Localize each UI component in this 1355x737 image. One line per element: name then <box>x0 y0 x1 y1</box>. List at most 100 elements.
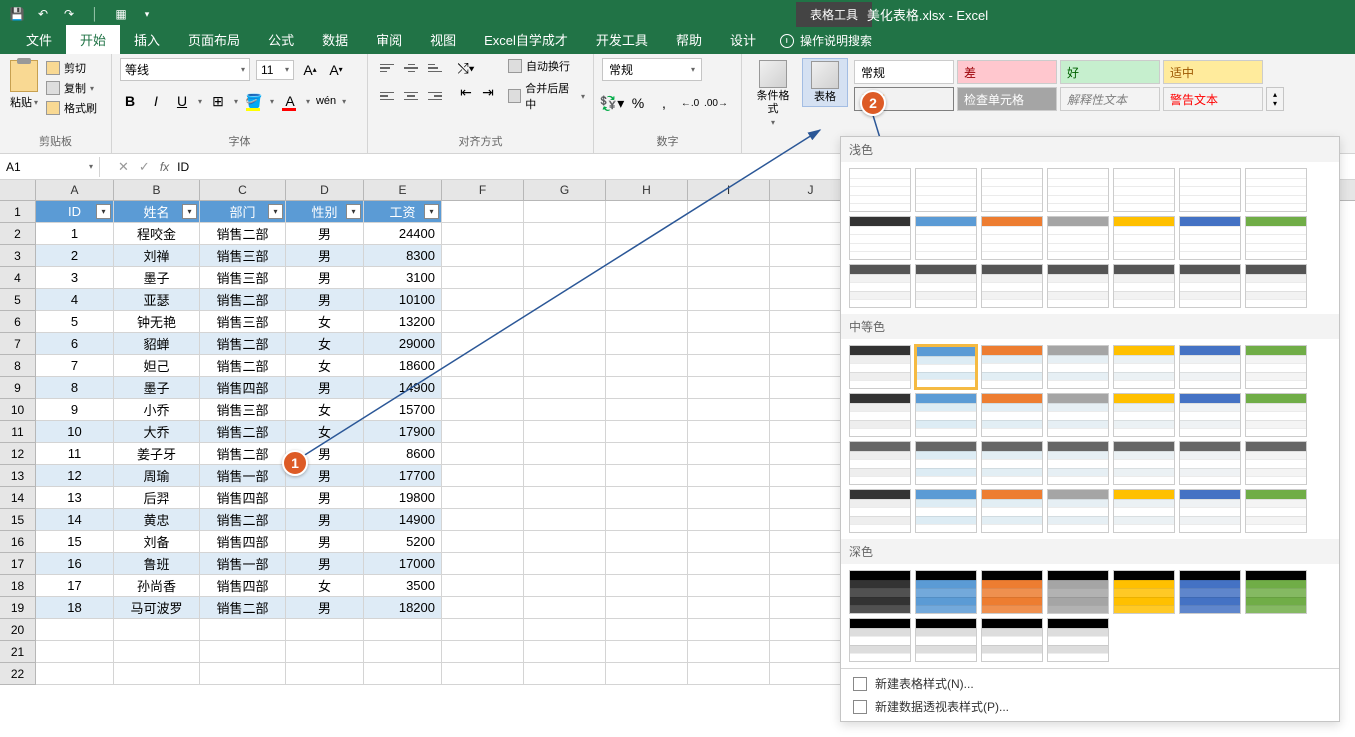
cell[interactable]: 销售一部 <box>200 553 286 575</box>
cell[interactable]: 9 <box>36 399 114 421</box>
cell[interactable]: 6 <box>36 333 114 355</box>
tab-formulas[interactable]: 公式 <box>254 25 308 54</box>
enter-formula-icon[interactable]: ✓ <box>139 159 150 175</box>
cell[interactable]: 貂蝉 <box>114 333 200 355</box>
cell[interactable]: 14900 <box>364 377 442 399</box>
table-style-option[interactable] <box>1179 216 1241 260</box>
undo-icon[interactable]: ↶ <box>34 5 52 23</box>
cell[interactable] <box>524 267 606 289</box>
cell[interactable] <box>688 597 770 619</box>
cell[interactable]: 男 <box>286 487 364 509</box>
cell[interactable]: 钟无艳 <box>114 311 200 333</box>
tell-me-search[interactable]: 操作说明搜索 <box>770 27 882 54</box>
table-style-option[interactable] <box>1245 345 1307 389</box>
table-style-option[interactable] <box>915 216 977 260</box>
cell[interactable]: 17700 <box>364 465 442 487</box>
cell[interactable]: 销售三部 <box>200 311 286 333</box>
cell[interactable] <box>524 201 606 223</box>
table-style-option[interactable] <box>1113 441 1175 485</box>
style-check[interactable]: 检查单元格 <box>957 87 1057 111</box>
cell[interactable] <box>286 641 364 663</box>
table-style-option[interactable] <box>1047 441 1109 485</box>
tab-selfstudy[interactable]: Excel自学成才 <box>470 25 582 54</box>
table-style-option[interactable] <box>1047 345 1109 389</box>
cell[interactable] <box>606 663 688 685</box>
cell[interactable]: 销售二部 <box>200 333 286 355</box>
cell[interactable] <box>442 641 524 663</box>
cell[interactable] <box>606 245 688 267</box>
table-header-cell[interactable]: 部门▾ <box>200 201 286 223</box>
cell[interactable]: 8600 <box>364 443 442 465</box>
cell[interactable]: 男 <box>286 289 364 311</box>
increase-decimal-button[interactable]: ←.0 <box>680 93 700 113</box>
cell[interactable]: 销售四部 <box>200 575 286 597</box>
redo-icon[interactable]: ↷ <box>60 5 78 23</box>
cell[interactable] <box>688 509 770 531</box>
table-style-option[interactable] <box>849 216 911 260</box>
italic-button[interactable]: I <box>146 91 166 111</box>
cell[interactable] <box>442 531 524 553</box>
cell[interactable]: 3 <box>36 267 114 289</box>
cell[interactable]: 17000 <box>364 553 442 575</box>
number-format-select[interactable]: 常规▾ <box>602 58 702 81</box>
table-style-option[interactable] <box>1113 345 1175 389</box>
table-style-option[interactable] <box>915 264 977 308</box>
cell[interactable]: 男 <box>286 377 364 399</box>
cell[interactable] <box>688 311 770 333</box>
filter-dropdown-icon[interactable]: ▾ <box>96 204 111 219</box>
cell[interactable] <box>524 531 606 553</box>
row-header[interactable]: 21 <box>0 641 36 663</box>
col-header-c[interactable]: C <box>200 180 286 200</box>
cell[interactable]: 销售二部 <box>200 509 286 531</box>
col-header-g[interactable]: G <box>524 180 606 200</box>
row-header[interactable]: 8 <box>0 355 36 377</box>
cell[interactable] <box>606 531 688 553</box>
cell[interactable] <box>114 663 200 685</box>
table-style-option[interactable] <box>1113 393 1175 437</box>
row-header[interactable]: 15 <box>0 509 36 531</box>
tab-review[interactable]: 审阅 <box>362 25 416 54</box>
save-icon[interactable]: 💾 <box>8 5 26 23</box>
cell[interactable] <box>688 443 770 465</box>
cell[interactable]: 1 <box>36 223 114 245</box>
cell[interactable]: 男 <box>286 223 364 245</box>
cell[interactable] <box>606 311 688 333</box>
table-style-option[interactable] <box>1047 264 1109 308</box>
cell[interactable] <box>688 531 770 553</box>
table-style-option[interactable] <box>915 618 977 662</box>
cell[interactable]: 男 <box>286 267 364 289</box>
cell[interactable] <box>364 641 442 663</box>
new-pivot-style-button[interactable]: 新建数据透视表样式(P)... <box>853 698 1327 715</box>
cell[interactable]: 女 <box>286 311 364 333</box>
align-right-button[interactable] <box>424 86 446 106</box>
cell[interactable]: 女 <box>286 355 364 377</box>
style-explain[interactable]: 解释性文本 <box>1060 87 1160 111</box>
table-header-cell[interactable]: ID▾ <box>36 201 114 223</box>
table-style-option[interactable] <box>1179 393 1241 437</box>
cell[interactable] <box>524 641 606 663</box>
style-neutral[interactable]: 适中 <box>1163 60 1263 84</box>
table-style-option[interactable] <box>849 393 911 437</box>
cell[interactable] <box>442 223 524 245</box>
cell[interactable] <box>606 443 688 465</box>
style-normal[interactable]: 常规 <box>854 60 954 84</box>
cell[interactable] <box>524 245 606 267</box>
row-header[interactable]: 18 <box>0 575 36 597</box>
cell[interactable] <box>606 597 688 619</box>
table-style-option[interactable] <box>1047 489 1109 533</box>
table-style-option[interactable] <box>849 345 911 389</box>
table-style-option[interactable] <box>1113 168 1175 212</box>
qat-customize-icon[interactable]: ▾ <box>138 5 156 23</box>
cell[interactable] <box>688 201 770 223</box>
cell[interactable] <box>524 333 606 355</box>
cell[interactable] <box>688 245 770 267</box>
table-style-option[interactable] <box>1245 393 1307 437</box>
table-header-cell[interactable]: 姓名▾ <box>114 201 200 223</box>
cell[interactable] <box>606 487 688 509</box>
cell[interactable]: 7 <box>36 355 114 377</box>
align-bottom-button[interactable] <box>424 58 446 78</box>
filter-dropdown-icon[interactable]: ▾ <box>268 204 283 219</box>
paste-button[interactable]: 粘贴▾ <box>8 58 40 112</box>
decrease-font-button[interactable]: A▾ <box>326 60 346 80</box>
cell[interactable]: 周瑜 <box>114 465 200 487</box>
